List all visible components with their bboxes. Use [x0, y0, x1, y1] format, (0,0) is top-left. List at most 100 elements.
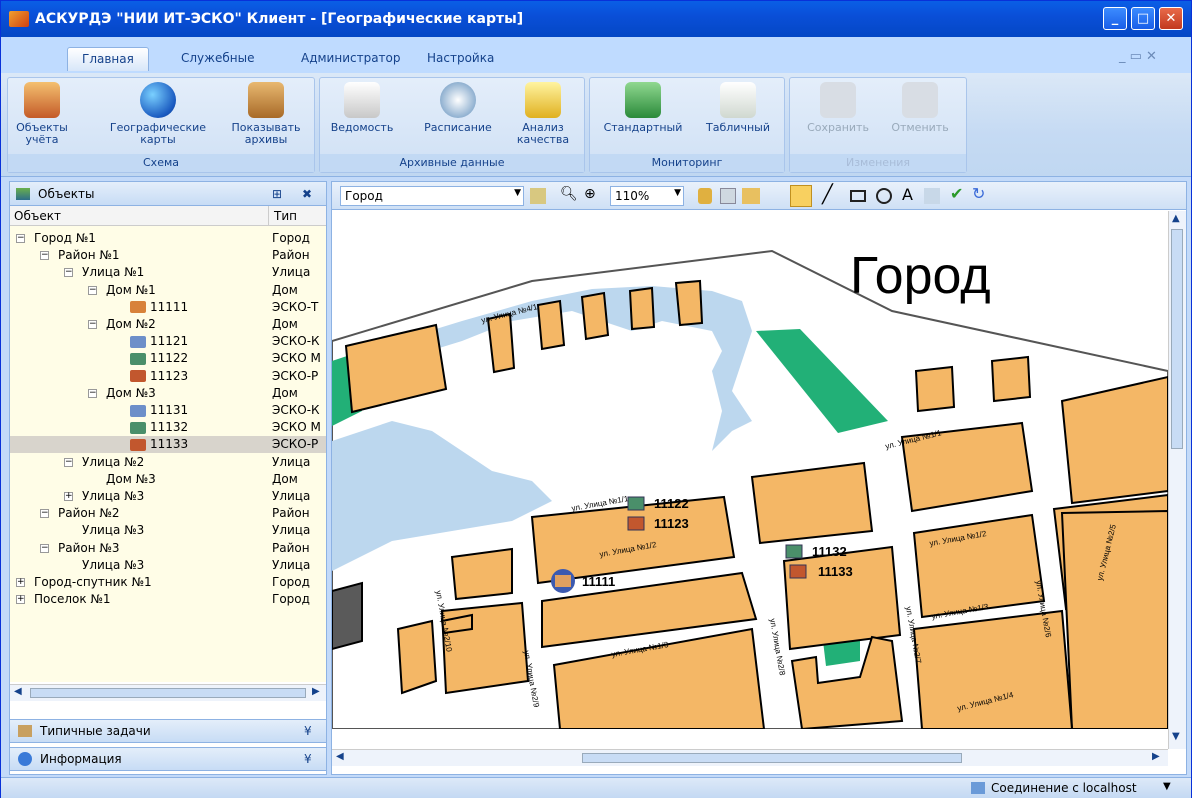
- zoom-select[interactable]: 110% ▼: [610, 186, 684, 206]
- tree-row-name: Дом №2: [106, 317, 156, 331]
- tree-row[interactable]: − Улица №1 Улица: [10, 264, 326, 281]
- collapse-icon[interactable]: −: [40, 509, 49, 519]
- collapse-icon[interactable]: −: [64, 457, 73, 467]
- tab-service[interactable]: Служебные: [167, 47, 268, 71]
- collapse-icon[interactable]: −: [16, 234, 25, 243]
- minimize-button[interactable]: _: [1103, 7, 1127, 30]
- tree-layout-icon[interactable]: ⊞: [272, 187, 282, 201]
- tabular-button[interactable]: Табличный: [698, 80, 778, 134]
- zoom-in-icon[interactable]: ⊕: [584, 186, 596, 202]
- tree-row[interactable]: 11122 ЭСКО М: [10, 350, 326, 367]
- layer-select[interactable]: Город ▼: [340, 186, 524, 206]
- information-panel[interactable]: Информация ¥: [9, 747, 327, 771]
- device-label-11122[interactable]: 11122: [654, 496, 689, 511]
- pin-icon[interactable]: ✖: [302, 187, 312, 201]
- expand-tasks-icon[interactable]: ¥: [304, 724, 312, 738]
- save-button[interactable]: Сохранить: [798, 80, 878, 134]
- close-button[interactable]: ✕: [1159, 7, 1183, 30]
- schedule-button[interactable]: Расписание: [418, 80, 498, 134]
- tree-row[interactable]: − Дом №1 Дом: [10, 282, 326, 299]
- quality-analysis-button[interactable]: Анализ качества: [510, 80, 576, 146]
- layers-icon[interactable]: [742, 188, 760, 204]
- collapse-icon[interactable]: −: [88, 320, 97, 329]
- image-tool-icon[interactable]: [924, 188, 940, 204]
- tree-row[interactable]: + Улица №3 Улица: [10, 488, 326, 505]
- expand-icon[interactable]: +: [16, 595, 25, 605]
- map-horizontal-scrollbar[interactable]: ◀ ▶: [332, 749, 1168, 766]
- tab-admin[interactable]: Администратор: [287, 47, 415, 71]
- tree-row-type: ЭСКО М: [272, 420, 321, 435]
- tab-settings[interactable]: Настройка: [413, 47, 508, 71]
- tree-row[interactable]: Дом №3 Дом: [10, 471, 326, 488]
- collapse-icon[interactable]: −: [88, 388, 97, 398]
- col-object-header[interactable]: Объект: [14, 209, 61, 223]
- tree-row[interactable]: − Район №1 Район: [10, 247, 326, 264]
- device-label-11132[interactable]: 11132: [812, 544, 847, 559]
- statement-button[interactable]: Ведомость: [324, 80, 400, 134]
- fit-icon[interactable]: [720, 188, 736, 204]
- text-tool-icon[interactable]: A: [902, 185, 913, 204]
- ellipse-tool-icon[interactable]: [876, 188, 892, 204]
- connection-dropdown-icon[interactable]: ▼: [1163, 781, 1171, 792]
- tree-row[interactable]: + Город-спутник №1 Город: [10, 574, 326, 591]
- tree-horizontal-scrollbar[interactable]: ◀ ▶: [10, 684, 326, 701]
- show-archives-button[interactable]: Показывать архивы: [224, 80, 308, 146]
- tab-main[interactable]: Главная: [67, 47, 149, 71]
- tree-row[interactable]: − Улица №2 Улица: [10, 454, 326, 471]
- collapse-icon[interactable]: −: [88, 285, 97, 295]
- objects-button[interactable]: Объекты учёта: [12, 80, 72, 146]
- ribbon: Объекты учёта Географические карты Показ…: [1, 73, 1191, 177]
- tree-row[interactable]: 11131 ЭСКО-К: [10, 402, 326, 419]
- device-label-11111[interactable]: 11111: [582, 574, 615, 589]
- geo-maps-button[interactable]: Географические карты: [108, 80, 208, 146]
- device-label-11123[interactable]: 11123: [654, 516, 689, 531]
- tree-row[interactable]: 11111 ЭСКО-Т: [10, 299, 326, 316]
- tree-row[interactable]: Улица №3 Улица: [10, 522, 326, 539]
- expand-info-icon[interactable]: ¥: [304, 752, 312, 766]
- city-map[interactable]: Город ул. Улица №4/1 ул. Улица №1/1 ул. …: [332, 211, 1168, 729]
- title-bar[interactable]: АСКУРДЭ "НИИ ИТ-ЭСКО" Клиент - [Географи…: [1, 1, 1191, 37]
- typical-tasks-panel[interactable]: Типичные задачи ¥: [9, 719, 327, 743]
- lock-icon[interactable]: [698, 188, 712, 204]
- grid-icon[interactable]: [530, 188, 546, 204]
- mdi-controls[interactable]: _ ▭ ✕: [1119, 49, 1157, 64]
- tree-row[interactable]: − Город №1 Город: [10, 230, 326, 247]
- collapse-icon[interactable]: −: [40, 251, 49, 261]
- rectangle-tool-icon[interactable]: [850, 190, 866, 202]
- map-title: Город: [850, 247, 991, 305]
- expand-icon[interactable]: +: [16, 578, 25, 587]
- tree-row[interactable]: 11123 ЭСКО-Р: [10, 368, 326, 385]
- tree-row[interactable]: 11121 ЭСКО-К: [10, 333, 326, 350]
- device-label-11133[interactable]: 11133: [818, 564, 853, 579]
- tree-row[interactable]: − Район №2 Район: [10, 505, 326, 522]
- cancel-button[interactable]: Отменить: [882, 80, 958, 134]
- tree-row[interactable]: Улица №3 Улица: [10, 557, 326, 574]
- zoom-out-icon[interactable]: 🔍︎: [560, 186, 578, 202]
- connection-status[interactable]: Соединение с localhost: [991, 781, 1137, 795]
- expand-icon[interactable]: +: [64, 492, 73, 501]
- tree-row-label: Дом №1: [106, 282, 156, 297]
- tree-row-name: Район №1: [58, 248, 120, 262]
- geo-label2: карты: [140, 133, 176, 146]
- tree-row[interactable]: − Дом №3 Дом: [10, 385, 326, 402]
- refresh-icon[interactable]: ↻: [972, 184, 985, 203]
- tree-row-label: 11121: [150, 334, 189, 349]
- apply-icon[interactable]: ✔: [950, 184, 963, 203]
- select-tool-icon[interactable]: [790, 185, 812, 207]
- collapse-icon[interactable]: −: [40, 543, 49, 553]
- tree-row-type: Дом: [272, 471, 298, 486]
- map-vertical-scrollbar[interactable]: ▲ ▼: [1168, 211, 1186, 749]
- tree-row[interactable]: 11133 ЭСКО-Р: [10, 436, 326, 454]
- tree-row[interactable]: − Район №3 Район: [10, 540, 326, 557]
- layer-select-value: Город: [345, 189, 383, 203]
- standard-button[interactable]: Стандартный: [598, 80, 688, 134]
- archives-label2: архивы: [244, 133, 288, 146]
- tree-row[interactable]: + Поселок №1 Город: [10, 591, 326, 608]
- line-tool-icon[interactable]: ╱: [822, 184, 833, 205]
- object-tree[interactable]: − Город №1 Город − Район №1 Район − Улица №1 Ули…: [10, 226, 326, 682]
- tree-row[interactable]: − Дом №2 Дом: [10, 316, 326, 333]
- tree-row[interactable]: 11132 ЭСКО М: [10, 419, 326, 436]
- collapse-icon[interactable]: −: [64, 268, 73, 278]
- col-type-header[interactable]: Тип: [274, 209, 297, 223]
- maximize-button[interactable]: □: [1131, 7, 1155, 30]
